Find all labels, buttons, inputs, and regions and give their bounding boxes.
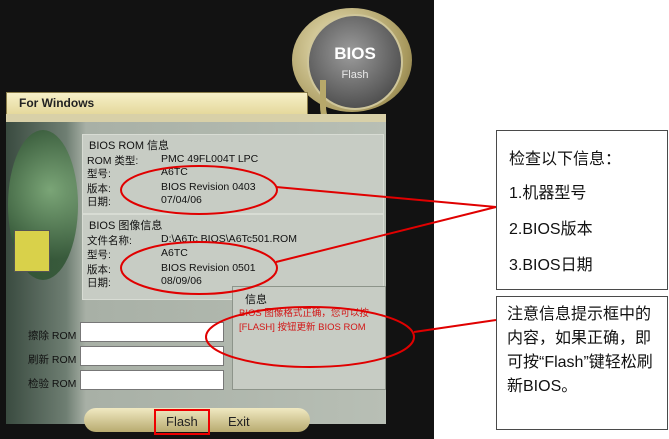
check-item-2: 2.BIOS版本 [509, 221, 593, 238]
rom-highlight-ellipse [120, 165, 278, 215]
check-title: 检查以下信息： [509, 151, 622, 168]
arrow-line-3 [413, 319, 497, 333]
message-highlight-ellipse [205, 306, 415, 368]
check-item-1: 1.机器型号 [509, 185, 587, 202]
arrow-line-1 [275, 186, 497, 208]
arrow-line-2 [275, 206, 497, 263]
check-info-callout: 检查以下信息： 1.机器型号 2.BIOS版本 3.BIOS日期 [496, 130, 668, 290]
note-callout: 注意信息提示框中的内容，如果正确，即可按“Flash”键轻松刷新BIOS。 [496, 296, 668, 430]
image-highlight-ellipse [120, 241, 278, 295]
check-item-3: 3.BIOS日期 [509, 257, 593, 274]
note-text: 注意信息提示框中的内容，如果正确，即可按“Flash”键轻松刷新BIOS。 [507, 306, 653, 395]
